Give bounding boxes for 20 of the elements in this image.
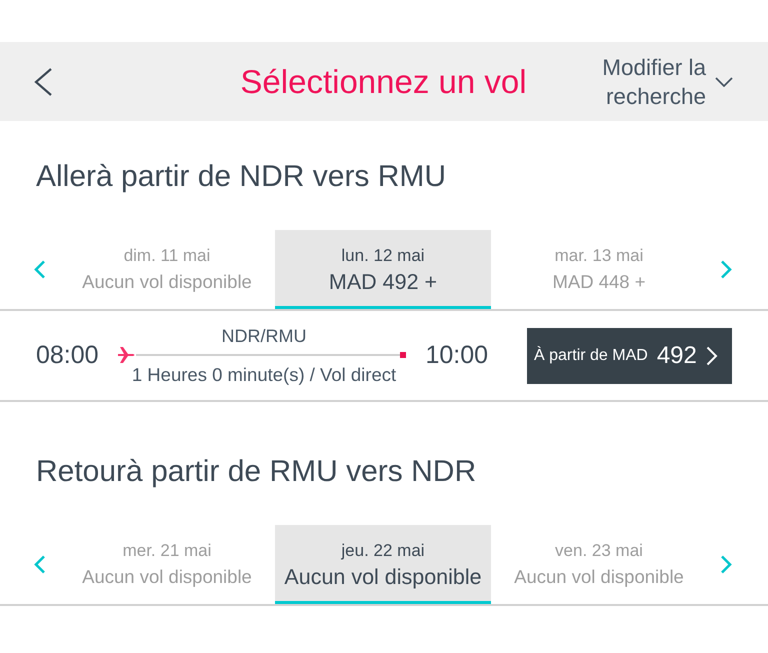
chevron-right-icon[interactable] — [721, 260, 732, 279]
back-icon[interactable] — [34, 68, 52, 96]
modify-search-button[interactable]: Modifier la recherche — [592, 52, 733, 110]
plane-icon — [118, 346, 136, 362]
date-tab[interactable]: lun. 12 mai MAD 492 + — [275, 230, 491, 309]
route-code: NDR/RMU — [222, 326, 306, 346]
chevron-right-icon[interactable] — [721, 555, 732, 574]
select-flight-button[interactable]: À partir de MAD 492 — [527, 328, 732, 384]
destination-marker-icon — [400, 352, 406, 358]
arrival-time: 10:00 — [425, 341, 488, 370]
date-tab[interactable]: jeu. 22 mai Aucun vol disponible — [275, 525, 491, 604]
departure-time: 08:00 — [36, 341, 99, 370]
section-title: Retourà partir de RMU vers NDR — [36, 454, 476, 490]
page-title: Sélectionnez un vol — [240, 62, 527, 100]
chevron-down-icon — [715, 76, 733, 86]
chevron-left-icon[interactable] — [34, 260, 45, 279]
chevron-left-icon[interactable] — [34, 555, 45, 574]
section-title: Allerà partir de NDR vers RMU — [36, 159, 446, 195]
chevron-right-icon — [706, 346, 718, 366]
flight-duration: 1 Heures 0 minute(s) / Vol direct — [132, 364, 396, 386]
